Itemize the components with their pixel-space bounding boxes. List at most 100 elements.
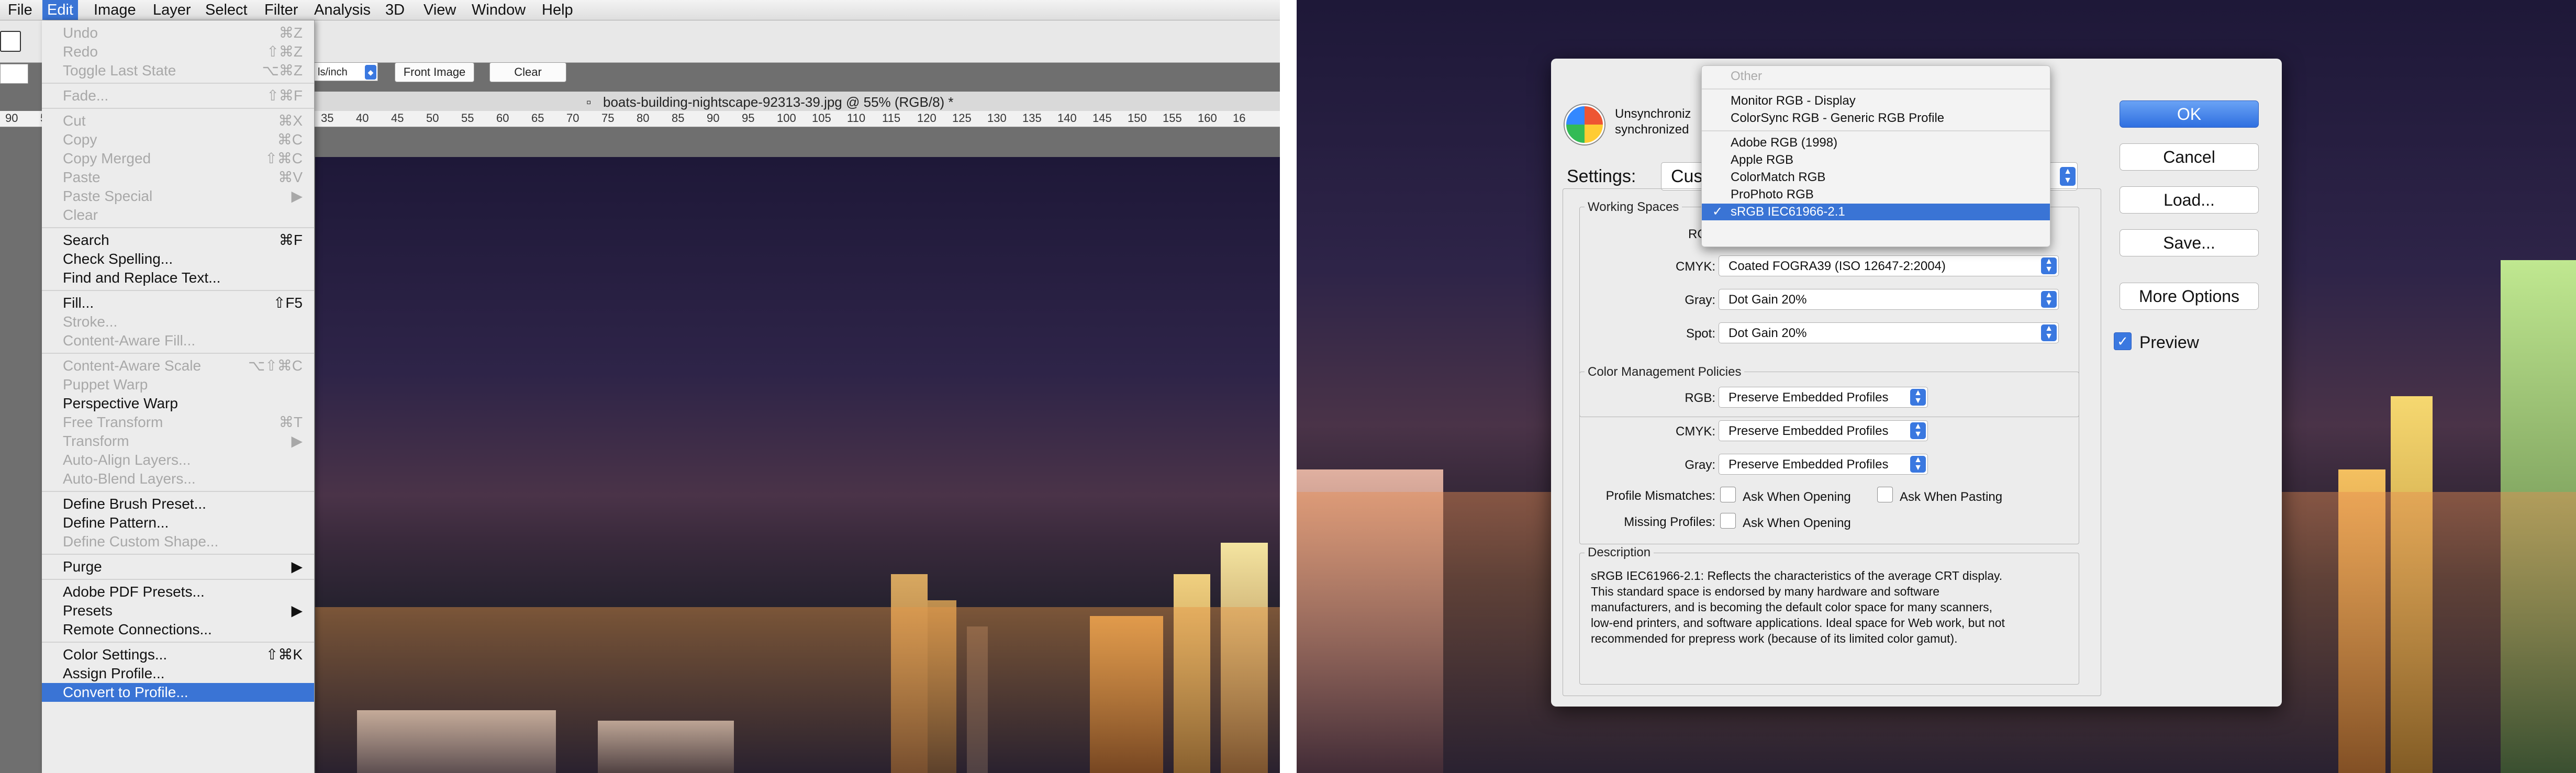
chevron-updown-icon: ▲ ▼: [2060, 167, 2076, 186]
menu-item-shortcut: ⌘T: [278, 414, 303, 430]
menu-item-perspective-warp[interactable]: Perspective Warp: [42, 394, 314, 413]
dropdown-separator: [1702, 130, 2050, 131]
ruler-tick-label: 16: [1233, 111, 1246, 125]
rgb-working-space-dropdown: Other Monitor RGB - Display ColorSync RGB …: [1701, 65, 2050, 247]
menu-item-remote-connections[interactable]: Remote Connections...: [42, 620, 314, 639]
menu-item-adobe-pdf-presets[interactable]: Adobe PDF Presets...: [42, 582, 314, 601]
menu-filter[interactable]: Filter: [260, 0, 303, 20]
menu-item-clear: Clear: [42, 206, 314, 225]
submenu-arrow-icon: ▶: [291, 433, 303, 449]
ruler-tick-label: 45: [391, 111, 404, 125]
gray-working-space-select[interactable]: Dot Gain 20% ▲ ▼: [1719, 289, 2059, 310]
menu-view[interactable]: View: [419, 0, 461, 20]
cancel-button[interactable]: Cancel: [2120, 143, 2259, 171]
menu-item-copy: Copy ⌘C: [42, 130, 314, 149]
dropdown-item-adobe-rgb-1998[interactable]: Adobe RGB (1998): [1702, 135, 2050, 151]
menu-item-check-spelling[interactable]: Check Spelling...: [42, 250, 314, 268]
menu-item-paste-special: Paste Special ▶: [42, 187, 314, 206]
menu-item-label: Cut: [63, 113, 86, 129]
ok-button[interactable]: OK: [2120, 100, 2259, 128]
dropdown-item-colorsync-rgb-generic-rgb-profile[interactable]: ColorSync RGB - Generic RGB Profile: [1702, 110, 2050, 127]
menu-edit[interactable]: Edit: [42, 0, 78, 20]
policy-rgb-select[interactable]: Preserve Embedded Profiles ▲ ▼: [1719, 387, 1928, 408]
menu-separator: [42, 491, 314, 492]
document-title: boats-building-nightscape-92313-39.jpg @…: [603, 94, 954, 110]
description-title: Description: [1585, 545, 1654, 560]
dropdown-item-prophoto-rgb[interactable]: ProPhoto RGB: [1702, 186, 2050, 203]
spot-working-space-select[interactable]: Dot Gain 20% ▲ ▼: [1719, 322, 2059, 343]
menu-separator: [42, 83, 314, 84]
menu-3d[interactable]: 3D: [381, 0, 409, 20]
dropdown-item-monitor-rgb-display[interactable]: Monitor RGB - Display: [1702, 93, 2050, 109]
clear-button[interactable]: Clear: [489, 62, 566, 82]
dropdown-item-label: Other: [1731, 69, 1763, 83]
menu-item-convert-to-profile[interactable]: Convert to Profile...: [42, 683, 314, 702]
ask-when-pasting-checkbox[interactable]: [1877, 487, 1893, 502]
menu-window[interactable]: Window: [467, 0, 530, 20]
document-canvas-photo: [315, 157, 1280, 773]
resolution-unit-select[interactable]: ls/inch ◆: [314, 62, 378, 81]
menu-item-shortcut: ⇧⌘Z: [266, 43, 303, 60]
menu-separator: [42, 353, 314, 354]
width-field[interactable]: [0, 64, 28, 84]
front-image-button[interactable]: Front Image: [395, 62, 474, 82]
dropdown-item-apple-rgb[interactable]: Apple RGB: [1702, 152, 2050, 169]
chevron-updown-icon: ▲ ▼: [2041, 291, 2057, 308]
description-line: This standard space is endorsed by many …: [1591, 585, 1940, 598]
menu-image[interactable]: Image: [89, 0, 141, 20]
menu-item-define-brush-preset[interactable]: Define Brush Preset...: [42, 495, 314, 513]
missing-profiles-label: Missing Profiles:: [1624, 515, 1715, 529]
chevron-updown-icon: ▲ ▼: [1910, 456, 1926, 473]
tool-preset-icon[interactable]: [0, 31, 21, 52]
menu-item-assign-profile[interactable]: Assign Profile...: [42, 664, 314, 683]
cmyk-working-space-select[interactable]: Coated FOGRA39 (ISO 12647-2:2004) ▲ ▼: [1719, 255, 2059, 276]
menu-item-search[interactable]: Search ⌘F: [42, 231, 314, 250]
description-line: manufacturers, and is becoming the defau…: [1591, 600, 1993, 614]
dropdown-item-colormatch-rgb[interactable]: ColorMatch RGB: [1702, 169, 2050, 186]
menu-analysis[interactable]: Analysis: [309, 0, 375, 20]
menu-item-label: Search: [63, 232, 109, 248]
menu-item-transform: Transform ▶: [42, 432, 314, 451]
description-line: sRGB IEC61966-2.1: Reflects the characte…: [1591, 569, 2003, 582]
menu-item-define-pattern[interactable]: Define Pattern...: [42, 513, 314, 532]
menu-layer[interactable]: Layer: [148, 0, 196, 20]
ruler-tick-label: 65: [531, 111, 544, 125]
ask-when-opening-checkbox[interactable]: [1720, 487, 1736, 502]
menu-item-purge[interactable]: Purge ▶: [42, 557, 314, 576]
menu-item-presets[interactable]: Presets ▶: [42, 601, 314, 620]
missing-ask-when-opening-checkbox[interactable]: [1720, 513, 1736, 529]
menu-select[interactable]: Select: [200, 0, 252, 20]
ruler-tick-label: 130: [987, 111, 1007, 125]
policy-gray-select[interactable]: Preserve Embedded Profiles ▲ ▼: [1719, 454, 1928, 475]
menu-item-fill[interactable]: Fill... ⇧F5: [42, 294, 314, 312]
menu-item-label: Fill...: [63, 295, 94, 311]
policy-rgb-value: Preserve Embedded Profiles: [1729, 390, 1889, 405]
menu-bar: File Edit Image Layer Select Filter Anal…: [0, 0, 1280, 20]
menu-item-redo: Redo ⇧⌘Z: [42, 42, 314, 61]
menu-item-label: Define Brush Preset...: [63, 496, 206, 512]
dropdown-item-label: sRGB IEC61966-2.1: [1731, 205, 1845, 219]
save-button[interactable]: Save...: [2120, 229, 2259, 256]
load-button[interactable]: Load...: [2120, 186, 2259, 214]
menu-item-find-and-replace-text[interactable]: Find and Replace Text...: [42, 268, 314, 287]
dropdown-item-srgb-iec61966-2-1[interactable]: ✓ sRGB IEC61966-2.1: [1702, 204, 2050, 220]
ruler-tick-label: 120: [917, 111, 936, 125]
checkmark-icon: ✓: [1712, 205, 1723, 219]
ruler-tick-label: 150: [1128, 111, 1147, 125]
menu-item-puppet-warp: Puppet Warp: [42, 375, 314, 394]
ruler-tick-label: 40: [356, 111, 369, 125]
menu-item-color-settings[interactable]: Color Settings... ⇧⌘K: [42, 645, 314, 664]
document-tab[interactable]: ▫ boats-building-nightscape-92313-39.jpg…: [314, 92, 1280, 113]
preview-checkbox[interactable]: ✓: [2114, 332, 2132, 350]
menu-file[interactable]: File: [3, 0, 37, 20]
policy-cmyk-select[interactable]: Preserve Embedded Profiles ▲ ▼: [1719, 420, 1928, 441]
menu-item-auto-blend-layers: Auto-Blend Layers...: [42, 469, 314, 488]
menu-item-free-transform: Free Transform ⌘T: [42, 413, 314, 432]
menu-item-label: Paste: [63, 169, 101, 185]
menu-help[interactable]: Help: [537, 0, 578, 20]
more-options-button[interactable]: More Options: [2120, 283, 2259, 310]
gray-working-space-value: Dot Gain 20%: [1729, 293, 1807, 307]
menu-item-label: Puppet Warp: [63, 376, 148, 393]
menu-separator: [42, 642, 314, 643]
menu-item-shortcut: ⌘Z: [278, 25, 303, 41]
